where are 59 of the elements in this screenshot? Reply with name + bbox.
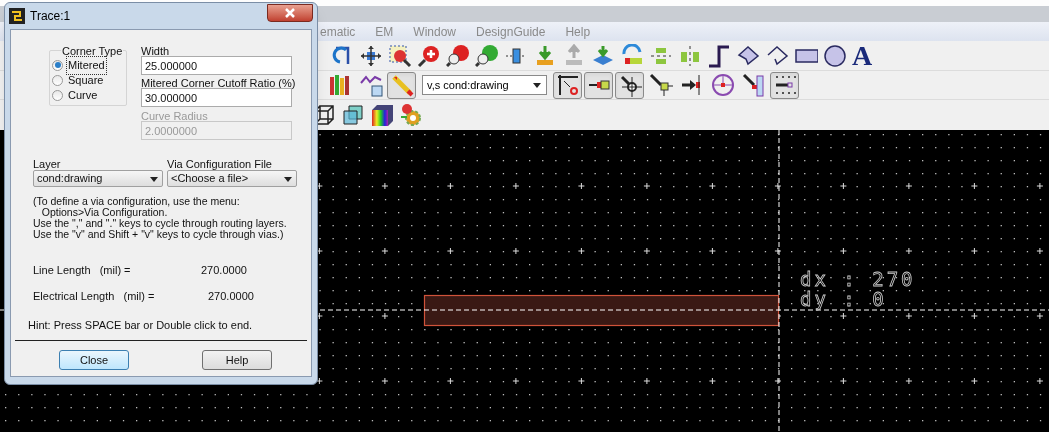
- layer-dropdown[interactable]: v,s cond:drawing: [422, 75, 547, 96]
- field-label: Via Configuration File: [167, 157, 272, 172]
- dialog-button[interactable]: Close: [59, 350, 129, 370]
- zoom-in-icon[interactable]: [446, 43, 470, 68]
- dialog-button[interactable]: Help: [202, 350, 272, 370]
- books-icon: [327, 73, 352, 98]
- snap-vertex-button[interactable]: [615, 71, 644, 99]
- step-line-icon[interactable]: [707, 43, 731, 68]
- pencil-icon: [389, 73, 414, 98]
- snap-center-icon: [710, 73, 735, 98]
- polygon-icon[interactable]: [736, 43, 760, 68]
- field-label: Curve Radius: [141, 109, 208, 124]
- caret-icon: [149, 174, 159, 183]
- layers-down-icon[interactable]: [591, 43, 615, 68]
- rainbow-cube-icon[interactable]: [370, 103, 394, 128]
- caret-icon: [283, 174, 293, 183]
- caret-icon[interactable]: [532, 81, 542, 90]
- hint-text: Hint: Press SPACE bar or Double click to end.: [28, 318, 253, 333]
- length-label: Electrical Length (mil) =: [33, 289, 155, 304]
- close-icon: [284, 7, 296, 19]
- snap-corner-icon: [555, 73, 580, 98]
- length-value: 270.0000: [201, 263, 247, 278]
- length-value: 270.0000: [208, 289, 254, 304]
- length-label: Line Length (mil) =: [33, 263, 131, 278]
- pencil-button[interactable]: [387, 71, 416, 99]
- app-logo-icon: [9, 8, 25, 24]
- polyline-icon[interactable]: [765, 43, 789, 68]
- option-label: Mitered: [67, 57, 106, 74]
- window-title: Trace:1: [30, 8, 72, 25]
- snap-side-icon: [741, 73, 766, 98]
- snap-arrow-icon: [648, 73, 673, 98]
- zoom-in-icon[interactable]: [417, 43, 441, 68]
- via-file-dropdown[interactable]: <Choose a file>: [167, 170, 297, 187]
- close-button[interactable]: [267, 4, 313, 22]
- instructions-text: (To define a via configuration, use the menu: Options>Via Configuration. Use the "," and "." keys to cycle through routing layers. Use the "v" and Shift + "v" keys to cycle through vias.): [33, 196, 287, 240]
- text-tool-button[interactable]: A: [852, 41, 873, 70]
- layer-dropdown[interactable]: cond:drawing: [33, 170, 163, 187]
- option-label: Curve: [67, 88, 99, 103]
- radio-button[interactable]: [52, 89, 63, 101]
- zoom-out-icon[interactable]: [475, 43, 499, 68]
- width-field[interactable]: 25.000000: [141, 56, 292, 75]
- delta-readout: dx : 270: [800, 267, 916, 290]
- delta-readout: dy : 0: [800, 287, 887, 310]
- radio-button[interactable]: [52, 59, 63, 71]
- radio-button[interactable]: [52, 74, 63, 86]
- zoom-area-icon[interactable]: [388, 43, 412, 68]
- cutoff-field[interactable]: 30.000000: [141, 88, 292, 107]
- chart-icon: [358, 73, 383, 98]
- field-label: Width: [141, 44, 170, 59]
- move-arrows-icon[interactable]: [359, 43, 383, 68]
- snap-corner-button[interactable]: [553, 71, 582, 99]
- snap-pin-button[interactable]: [584, 71, 613, 99]
- snap-grid-button[interactable]: [770, 71, 799, 99]
- field-label: Mitered Corner Cutoff Ratio (%): [141, 76, 296, 91]
- option-label: Square: [67, 73, 105, 88]
- solid-cube-icon[interactable]: [341, 103, 365, 128]
- gear-icon[interactable]: [399, 103, 423, 128]
- circle-icon[interactable]: [823, 43, 847, 68]
- field-label: Layer: [33, 157, 61, 172]
